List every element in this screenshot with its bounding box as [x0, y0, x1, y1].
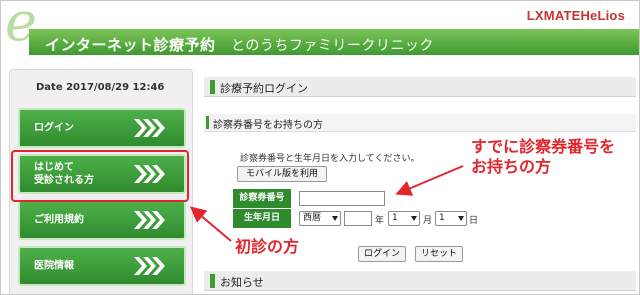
month-unit: 月 [423, 216, 433, 226]
mobile-version-button[interactable]: モバイル版を利用 [237, 166, 327, 182]
reset-button[interactable]: リセット [415, 246, 463, 262]
dropdown-arrow-icon [332, 216, 338, 221]
era-select-value: 西暦 [303, 213, 322, 223]
first-visit-annotation: 初診の方 [235, 237, 300, 256]
birthdate-row: 生年月日 西暦 年 1 月 1 日 [233, 209, 479, 228]
dropdown-arrow-icon [411, 216, 417, 221]
header: e LXMATEHeLios インターネット診療予約 とのうちファミリークリニッ… [1, 1, 639, 67]
card-holder-annotation: すでに診察券番号を お持ちの方 [471, 137, 616, 176]
clinic-name: とのうちファミリークリニック [231, 38, 434, 54]
triple-chevron-icon [134, 119, 165, 137]
login-button[interactable]: ログイン [358, 246, 406, 262]
era-select[interactable]: 西暦 [299, 211, 341, 226]
first-visit-arrow-icon [189, 206, 232, 242]
card-number-input[interactable] [299, 191, 385, 206]
login-form: 診察券番号 生年月日 西暦 年 1 月 1 日 [233, 189, 479, 229]
sidebar-item-label: 医院情報 [34, 260, 74, 272]
subsection-marker [206, 116, 209, 129]
subsection-title: 診察券番号をお持ちの方 [213, 120, 323, 131]
triple-chevron-icon [134, 211, 165, 229]
section-title: 診療予約ログイン [220, 82, 308, 95]
day-unit: 日 [469, 216, 479, 226]
site-title: インターネット診療予約 [45, 36, 216, 54]
section-marker [210, 274, 215, 288]
birthdate-label: 生年月日 [233, 209, 291, 228]
month-select-value: 1 [392, 213, 398, 223]
card-number-row: 診察券番号 [233, 189, 477, 208]
month-select[interactable]: 1 [388, 211, 420, 226]
sidebar-item-login[interactable]: ログイン [18, 108, 186, 148]
card-number-label: 診察券番号 [233, 189, 291, 208]
instruction-text: 診察券番号と生年月日を入力してください。 [240, 154, 420, 164]
day-select[interactable]: 1 [435, 211, 467, 226]
sidebar-item-label: ログイン [34, 122, 74, 134]
current-date: Date 2017/08/29 12:46 [36, 82, 165, 93]
dropdown-arrow-icon [458, 216, 464, 221]
news-section-header: お知らせ [204, 271, 636, 291]
brand-logo: LXMATEHeLios [526, 8, 625, 23]
card-holder-subheader: 診察券番号をお持ちの方 [204, 114, 636, 132]
sidebar-item-label: ご利用規約 [34, 214, 84, 226]
sidebar-item-clinic-info[interactable]: 医院情報 [18, 246, 186, 286]
sidebar-item-terms[interactable]: ご利用規約 [18, 200, 186, 240]
login-section-header: 診療予約ログイン [204, 77, 636, 97]
year-input[interactable] [344, 211, 372, 226]
triple-chevron-icon [134, 257, 165, 275]
year-unit: 年 [375, 216, 385, 226]
section-marker [210, 80, 215, 94]
day-select-value: 1 [439, 213, 445, 223]
first-visit-highlight [11, 150, 189, 202]
page-frame: e LXMATEHeLios インターネット診療予約 とのうちファミリークリニッ… [0, 0, 640, 295]
news-title: お知らせ [220, 276, 264, 289]
